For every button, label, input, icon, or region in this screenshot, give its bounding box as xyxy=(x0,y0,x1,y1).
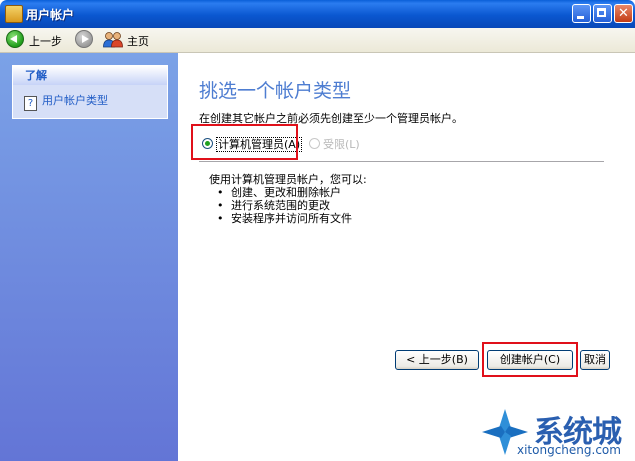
list-item: 进行系统范围的更改 xyxy=(209,199,352,212)
back-arrow-icon[interactable] xyxy=(6,30,24,48)
radio-unselected-icon xyxy=(309,138,320,149)
forward-arrow-icon[interactable] xyxy=(75,30,93,48)
highlight-box-radio xyxy=(191,124,298,160)
user-accounts-icon xyxy=(5,5,23,23)
help-icon: ? xyxy=(24,96,37,111)
radio-limited-label: 受限(L) xyxy=(323,138,360,151)
learn-panel: 了解 ? 用户帐户类型 xyxy=(12,65,168,119)
sidebar-item-account-types[interactable]: ? 用户帐户类型 xyxy=(24,92,108,111)
toolbar: 上一步 主页 xyxy=(0,28,635,53)
list-item: 安装程序并访问所有文件 xyxy=(209,212,352,225)
close-button[interactable]: ✕ xyxy=(614,4,633,23)
radio-limited[interactable]: 受限(L) xyxy=(309,136,360,152)
cancel-button[interactable]: 取消 xyxy=(580,350,610,370)
capability-list: 创建、更改和删除帐户 进行系统范围的更改 安装程序并访问所有文件 xyxy=(209,186,352,225)
window-title: 用户帐户 xyxy=(26,8,75,22)
minimize-button[interactable] xyxy=(572,4,591,23)
home-button-label[interactable]: 主页 xyxy=(127,33,149,49)
highlight-box-create xyxy=(482,342,578,377)
maximize-icon xyxy=(597,8,606,17)
page-title: 挑选一个帐户类型 xyxy=(199,80,352,102)
close-icon: ✕ xyxy=(618,6,629,21)
title-bar[interactable]: 用户帐户 ✕ xyxy=(0,0,635,28)
sidebar-item-label: 用户帐户类型 xyxy=(42,94,108,107)
minimize-icon xyxy=(577,16,584,19)
divider xyxy=(199,161,604,162)
watermark-url: xitongcheng.com xyxy=(517,443,621,457)
maximize-button[interactable] xyxy=(593,4,612,23)
list-item: 创建、更改和删除帐户 xyxy=(209,186,352,199)
sidebar: 了解 ? 用户帐户类型 xyxy=(0,53,178,461)
learn-panel-title: 了解 xyxy=(13,66,167,85)
description-text: 使用计算机管理员帐户，您可以: xyxy=(209,173,367,186)
users-home-icon[interactable] xyxy=(103,31,123,48)
main-content: 挑选一个帐户类型 在创建其它帐户之前必须先创建至少一个管理员帐户。 计算机管理员… xyxy=(178,53,635,461)
back-button-label[interactable]: 上一步 xyxy=(29,33,62,49)
back-button[interactable]: < 上一步(B) xyxy=(395,350,479,370)
watermark: 系统城 xitongcheng.com xyxy=(478,403,635,461)
